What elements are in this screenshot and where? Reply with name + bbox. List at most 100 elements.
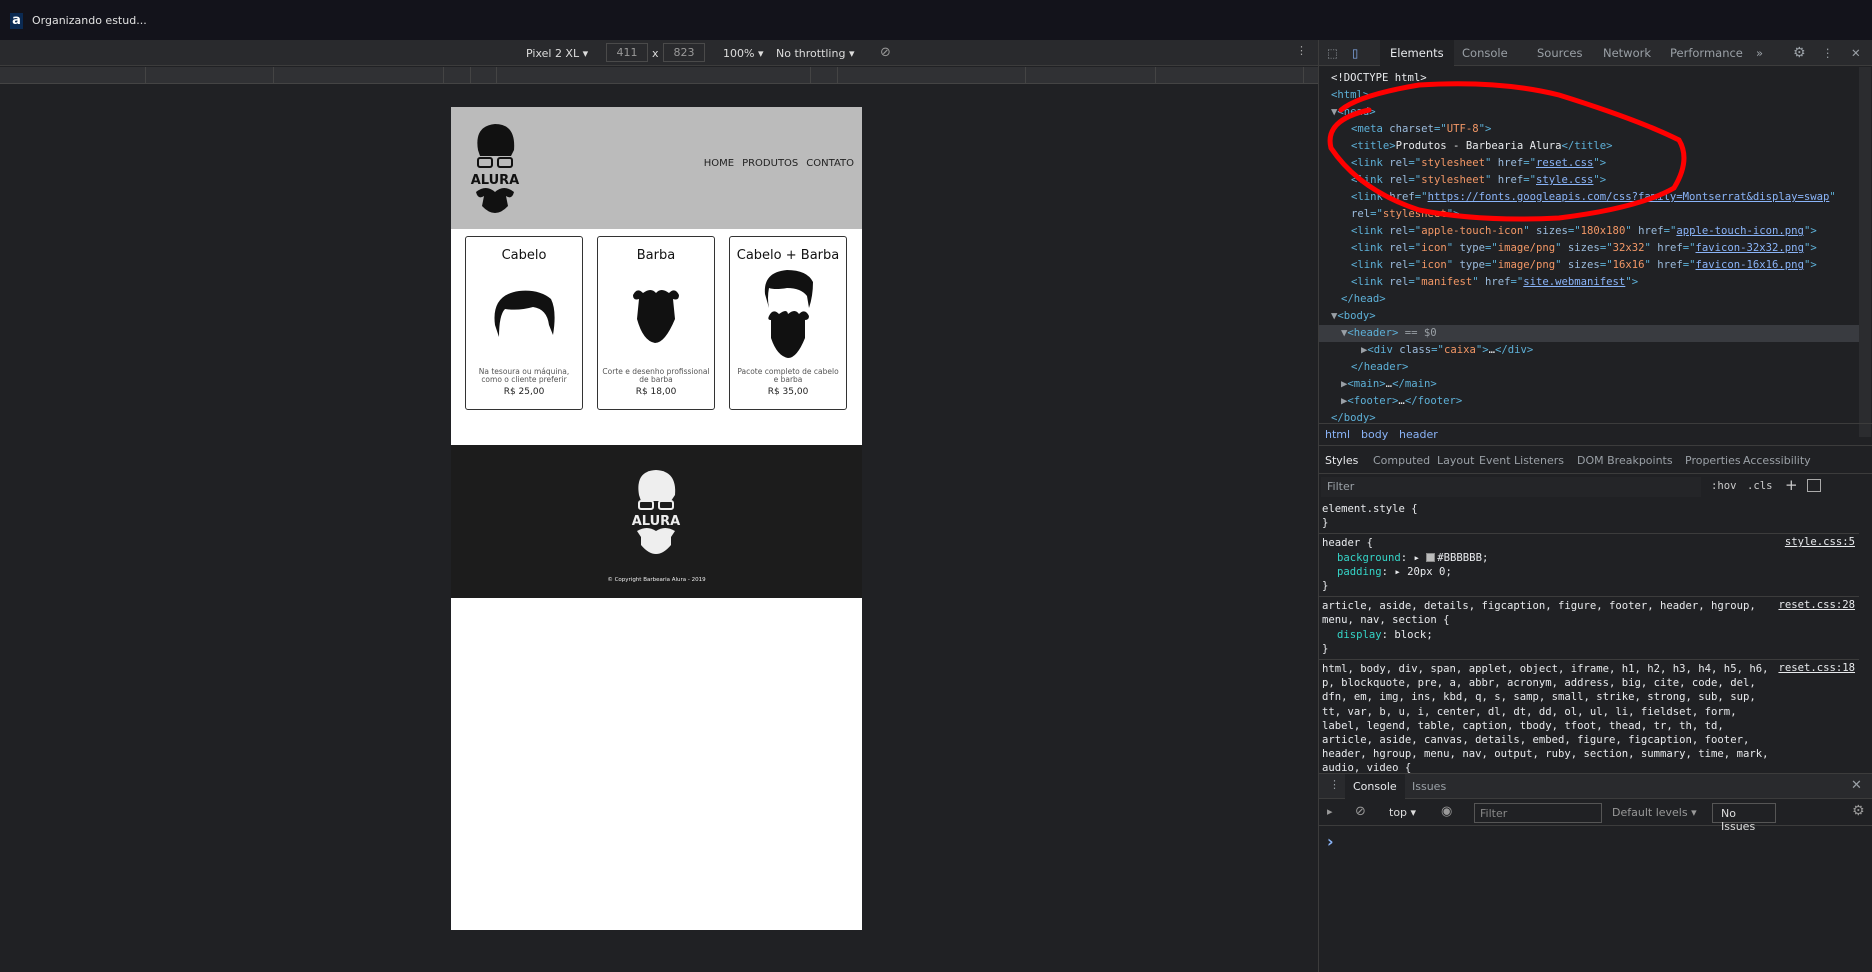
styles-filter-input[interactable]: Filter: [1321, 477, 1701, 497]
dom-tree-node[interactable]: <meta charset="UTF-8">: [1319, 121, 1859, 138]
dom-tree-node[interactable]: <link rel="stylesheet" href="reset.css">: [1319, 155, 1859, 172]
attribute-link[interactable]: reset.css: [1536, 157, 1593, 169]
dom-tree-node[interactable]: <link rel="icon" type="image/png" sizes=…: [1319, 257, 1859, 274]
close-devtools-icon[interactable]: ✕: [1851, 40, 1861, 66]
attribute-link[interactable]: https://fonts.googleapis.com/css?family=…: [1428, 191, 1830, 203]
nav-produtos[interactable]: PRODUTOS: [742, 158, 798, 169]
log-levels-select[interactable]: Default levels ▾: [1612, 806, 1697, 819]
color-swatch[interactable]: [1426, 552, 1436, 562]
console-filter-input[interactable]: Filter: [1474, 803, 1602, 823]
more-options-icon[interactable]: ⋮: [1822, 40, 1834, 66]
live-expression-eye-icon[interactable]: ◉: [1441, 804, 1452, 819]
dom-tree-node[interactable]: ▶<footer>…</footer>: [1319, 393, 1859, 410]
device-toolbar: Pixel 2 XL ▾ 411 x 823 100% ▾ No throttl…: [0, 40, 1318, 66]
tab-network[interactable]: Network: [1603, 40, 1651, 66]
dom-tree-node[interactable]: ▼<header> == $0: [1319, 325, 1859, 342]
dom-token: ": [1523, 225, 1537, 237]
drawer-tab-console[interactable]: Console: [1345, 774, 1405, 799]
dom-tree-node[interactable]: ▼<body>: [1319, 308, 1859, 325]
styles-tab-accessibility[interactable]: Accessibility: [1743, 454, 1811, 467]
dom-tree-node[interactable]: <!DOCTYPE html>: [1319, 70, 1859, 87]
tab-title[interactable]: Organizando estud...: [32, 14, 147, 27]
dom-token: 180x180: [1580, 225, 1626, 237]
css-rule[interactable]: html, body, div, span, applet, object, i…: [1319, 660, 1859, 780]
inspect-element-icon[interactable]: ⬚: [1327, 40, 1338, 66]
dom-token: =": [1682, 242, 1696, 254]
css-declaration[interactable]: padding: ▸ 20px 0;: [1322, 565, 1856, 579]
drawer-menu-icon[interactable]: ⋮: [1329, 778, 1340, 791]
console-prompt[interactable]: ›: [1327, 832, 1334, 851]
breadcrumb-html[interactable]: html: [1325, 428, 1350, 441]
css-source-link[interactable]: reset.css:18: [1778, 662, 1855, 674]
styles-tab-layout[interactable]: Layout: [1437, 454, 1474, 467]
attribute-link[interactable]: apple-touch-icon.png: [1676, 225, 1804, 237]
throttling-select[interactable]: No throttling ▾: [776, 47, 854, 60]
styles-tab-styles[interactable]: Styles: [1325, 454, 1358, 467]
console-settings-icon[interactable]: ⚙: [1852, 803, 1865, 819]
media-query-bar[interactable]: [0, 67, 1318, 84]
dom-tree-node[interactable]: <link rel="manifest" href="site.webmanif…: [1319, 274, 1859, 291]
tab-console[interactable]: Console: [1462, 40, 1508, 66]
new-rule-button[interactable]: +: [1785, 476, 1798, 494]
more-tabs-icon[interactable]: »: [1756, 40, 1763, 66]
device-toggle-icon[interactable]: ▯: [1352, 40, 1358, 66]
attribute-link[interactable]: site.webmanifest: [1523, 276, 1625, 288]
css-rule[interactable]: element.style {}: [1319, 500, 1859, 535]
tab-elements[interactable]: Elements: [1380, 40, 1454, 66]
dom-tree-node[interactable]: <title>Produtos - Barbearia Alura</title…: [1319, 138, 1859, 155]
breadcrumb-header[interactable]: header: [1399, 428, 1438, 441]
css-declaration[interactable]: display: block;: [1322, 628, 1856, 642]
device-select[interactable]: Pixel 2 XL ▾: [526, 47, 588, 60]
attribute-link[interactable]: favicon-32x32.png: [1696, 242, 1804, 254]
issues-button[interactable]: No Issues: [1712, 803, 1776, 833]
css-rule[interactable]: header {style.css:5 background: ▸ #BBBBBB…: [1319, 534, 1859, 598]
zoom-select[interactable]: 100% ▾: [723, 47, 763, 60]
drawer-tab-issues[interactable]: Issues: [1412, 780, 1446, 793]
styles-tab-dom-breakpoints[interactable]: DOM Breakpoints: [1577, 454, 1673, 467]
hov-button[interactable]: :hov: [1711, 480, 1737, 492]
styles-tab-properties[interactable]: Properties: [1685, 454, 1741, 467]
styles-tab-event-listeners[interactable]: Event Listeners: [1479, 454, 1564, 467]
dom-tree-node[interactable]: <link rel="stylesheet" href="style.css">: [1319, 172, 1859, 189]
nav-contato[interactable]: CONTATO: [806, 158, 854, 169]
dom-tree-node[interactable]: <html>: [1319, 87, 1859, 104]
tab-sources[interactable]: Sources: [1537, 40, 1583, 66]
nav-home[interactable]: HOME: [704, 158, 734, 169]
breadcrumb-body[interactable]: body: [1361, 428, 1388, 441]
dom-token: href: [1484, 276, 1511, 288]
height-input[interactable]: 823: [663, 43, 705, 62]
close-drawer-icon[interactable]: ✕: [1851, 778, 1862, 793]
dom-tree-node[interactable]: <link rel="icon" type="image/png" sizes=…: [1319, 240, 1859, 257]
sidebar-toggle-icon[interactable]: ▸: [1327, 805, 1333, 818]
dom-tree-node[interactable]: ▶<main>…</main>: [1319, 376, 1859, 393]
dom-tree-node[interactable]: ▼<head>: [1319, 104, 1859, 121]
dom-tree-node[interactable]: </head>: [1319, 291, 1859, 308]
tab-performance[interactable]: Performance: [1670, 40, 1743, 66]
more-options-icon[interactable]: ⋮: [1296, 44, 1307, 57]
dom-token: <header>: [1347, 327, 1399, 339]
clear-console-icon[interactable]: ⊘: [1355, 804, 1366, 819]
context-select[interactable]: top ▾: [1389, 806, 1416, 819]
cls-button[interactable]: .cls: [1747, 480, 1773, 492]
dom-tree-node[interactable]: rel="stylesheet">: [1319, 206, 1859, 223]
dom-tree-node[interactable]: <link href="https://fonts.googleapis.com…: [1319, 189, 1859, 206]
settings-icon[interactable]: ⚙: [1793, 40, 1806, 66]
toggle-sidebar-icon[interactable]: [1807, 479, 1821, 492]
elements-scrollbar[interactable]: [1859, 67, 1871, 437]
styles-tab-computed[interactable]: Computed: [1373, 454, 1430, 467]
css-source-link[interactable]: style.css:5: [1785, 536, 1855, 548]
width-input[interactable]: 411: [606, 43, 648, 62]
css-source-link[interactable]: reset.css:28: [1778, 599, 1855, 611]
css-rule[interactable]: article, aside, details, figcaption, fig…: [1319, 597, 1859, 661]
attribute-link[interactable]: style.css: [1536, 174, 1593, 186]
dom-token: =": [1408, 242, 1422, 254]
site-header: ALURA HOME PRODUTOS CONTATO: [451, 107, 862, 229]
dom-tree-node[interactable]: </header>: [1319, 359, 1859, 376]
dom-token: <link: [1351, 174, 1390, 186]
dom-tree-node[interactable]: ▶<div class="caixa">…</div>: [1319, 342, 1859, 359]
attribute-link[interactable]: favicon-16x16.png: [1696, 259, 1804, 271]
css-declaration[interactable]: background: ▸ #BBBBBB;: [1322, 551, 1856, 565]
dom-token: ">: [1446, 208, 1460, 220]
dom-tree-node[interactable]: <link rel="apple-touch-icon" sizes="180x…: [1319, 223, 1859, 240]
rotate-icon[interactable]: ⊘: [880, 45, 891, 60]
